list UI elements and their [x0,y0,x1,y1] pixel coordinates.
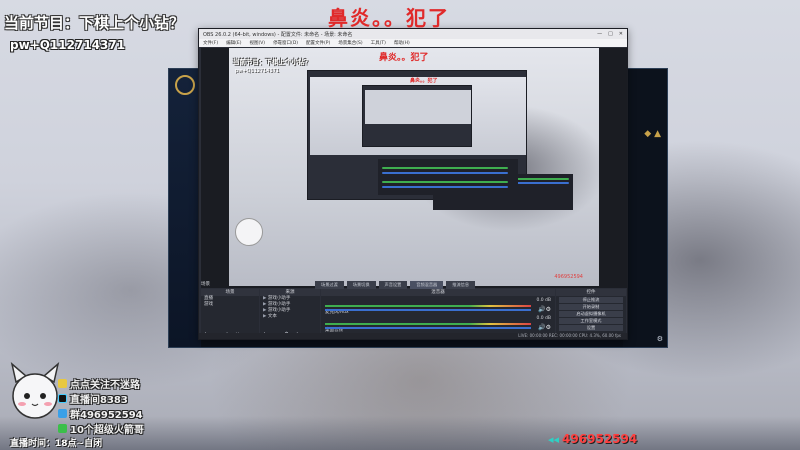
controls-header: 控件 [556,289,626,296]
volume-slider[interactable] [325,309,531,311]
scene-label: 场景 [201,282,210,287]
menu-scene-collection[interactable]: 场景集合(S) [338,40,362,46]
pw-text: pw+Q112714371 [10,38,126,52]
stop-stream-button[interactable]: 停止推流 [559,297,623,303]
nested-obs-window: 鼻炎。。犯了 [307,70,573,210]
menu-help[interactable]: 帮助(H) [394,40,410,46]
menu-file[interactable]: 文件(F) [203,40,218,46]
source-item[interactable]: 文本 [260,314,320,320]
preview-canvas: 鼻炎。。犯了 当前节目：下棋上个小钻？ pw+Q112714371 鼻炎。。犯了 [229,48,599,286]
bottom-counter: ◂◂ 496952594 [548,432,637,446]
nested-meter [382,181,508,183]
obs-preview[interactable]: 鼻炎。。犯了 当前节目：下棋上个小钻？ pw+Q112714371 鼻炎。。犯了 [201,48,627,288]
obs-menubar: 文件(F) 编辑(E) 视图(V) 停靠窗口(D) 配置文件(P) 场景集合(S… [199,39,627,47]
info-row: 10个超级火箭哥 [58,421,144,436]
nested-preview-2 [365,90,471,124]
tab-transitions[interactable]: 场景过渡 [315,281,344,289]
game-right-panel: ◆ ▲ [623,69,667,347]
menu-view[interactable]: 视图(V) [249,40,265,46]
mixer-header: 混音器 [321,289,555,296]
info-text: 点点关注不迷路 [70,380,140,391]
info-row: 群496952594 [58,406,144,421]
volume-slider[interactable] [325,327,531,329]
info-text: 直播间8383 [70,395,128,406]
league-logo-icon [175,75,195,95]
mixer-dock: 混音器 麦克风/Aux 0.0 dB 🔊⚙ 桌面音频 0.0 dB 🔊⚙ [321,289,555,339]
info-row: 点点关注不迷路 [58,376,144,391]
nested-meter [382,172,508,174]
sources-dock: 来源 游戏小助手 游戏小助手 游戏小助手 文本 + − ⚙ ∧ [260,289,320,339]
live-time-text: 直播时间：18点~自闭 [10,439,103,449]
scenes-header: 场景 [201,289,259,296]
controls-dock: 控件 停止推流 开始录制 启动虚拟摄像机 工作室模式 设置 [556,289,626,339]
wechat-icon [58,424,67,433]
audio-meter [325,323,531,325]
menu-edit[interactable]: 编辑(E) [226,40,241,46]
nested-preview: 鼻炎。。犯了 [310,77,573,210]
menu-profile[interactable]: 配置文件(P) [306,40,330,46]
audio-meter [325,305,531,307]
mascot-icon [10,362,60,419]
tab-audio-settings[interactable]: 声音设置 [378,281,408,289]
preview-pw: pw+Q112714371 [235,68,280,74]
mixer-channel: 麦克风/Aux 0.0 dB 🔊⚙ [325,298,551,315]
maximize-icon[interactable]: □ [608,31,613,37]
nested-meter [382,167,508,169]
info-row: 直播间8383 [58,391,144,406]
minimize-icon[interactable]: — [597,31,602,37]
signal-icon: ◂◂ [548,432,560,446]
obs-docks: 场景 直播 游戏 + − ∧ ∨ 来源 游戏小助手 游戏小助手 游戏小助手 文本… [201,289,627,339]
star-icon [58,379,67,388]
game-settings-icon[interactable]: ⚙ [657,335,663,343]
settings-button[interactable]: 设置 [559,325,623,331]
game-friends-icon[interactable]: ◆ ▲ [644,129,661,139]
tab-stream-info[interactable]: 推流信息 [446,281,476,289]
stream-top-title: 鼻炎。。犯了 [328,6,450,30]
info-text: 群496952594 [70,410,143,421]
virtual-camera-button[interactable]: 启动虚拟摄像机 [559,311,623,317]
tab-audio-mixer[interactable]: 音频混音器 [410,281,444,289]
mixer-channel: 桌面音频 0.0 dB 🔊⚙ [325,316,551,333]
douyin-icon [58,394,67,403]
close-icon[interactable]: ✕ [619,31,623,37]
overlay-info-list: 点点关注不迷路 直播间8383 群496952594 10个超级火箭哥 [58,376,144,436]
nested-obs-window-2 [362,85,573,210]
counter-value: 496952594 [562,432,638,446]
info-text: 10个超级火箭哥 [70,425,144,436]
menu-docks[interactable]: 停靠窗口(D) [273,40,298,46]
nested-preview-title: 鼻炎。。犯了 [410,78,438,84]
studio-mode-button[interactable]: 工作室模式 [559,318,623,324]
mixer-channel-db: 0.0 dB [536,316,551,321]
nested-mixer [378,159,518,195]
start-recording-button[interactable]: 开始录制 [559,304,623,310]
preview-counter: 496952594 [554,274,583,280]
tab-scene-switch[interactable]: 场景切换 [346,281,376,289]
nested-meter [382,186,508,188]
speaker-icon[interactable]: 🔊⚙ [538,306,551,313]
menu-tools[interactable]: 工具(T) [371,40,386,46]
scene-item[interactable]: 游戏 [201,302,259,308]
game-left-rail [169,69,201,347]
preview-mascot-icon [235,218,263,246]
program-now-text: 当前节目：下棋上个小钻？ [4,14,185,32]
obs-dock-tabs: 场景过渡 场景切换 声音设置 音频混音器 推流信息 [315,281,476,289]
sources-header: 来源 [260,289,320,296]
obs-status-bar: LIVE: 00:00:00 REC: 00:00:00 CPU: 4.3%, … [199,333,627,339]
qq-group-icon [58,409,67,418]
preview-top-title: 鼻炎。。犯了 [379,53,429,63]
scenes-dock: 场景 直播 游戏 + − ∧ ∨ [201,289,259,339]
obs-window-title: OBS 26.0.2 (64-bit, windows) - 配置文件: 未命名… [203,31,353,38]
obs-window: OBS 26.0.2 (64-bit, windows) - 配置文件: 未命名… [198,28,628,340]
preview-program-now: 当前节目：下棋上个小钻？ [233,58,311,66]
mixer-channel-db: 0.0 dB [536,298,551,303]
speaker-icon[interactable]: 🔊⚙ [538,324,551,331]
